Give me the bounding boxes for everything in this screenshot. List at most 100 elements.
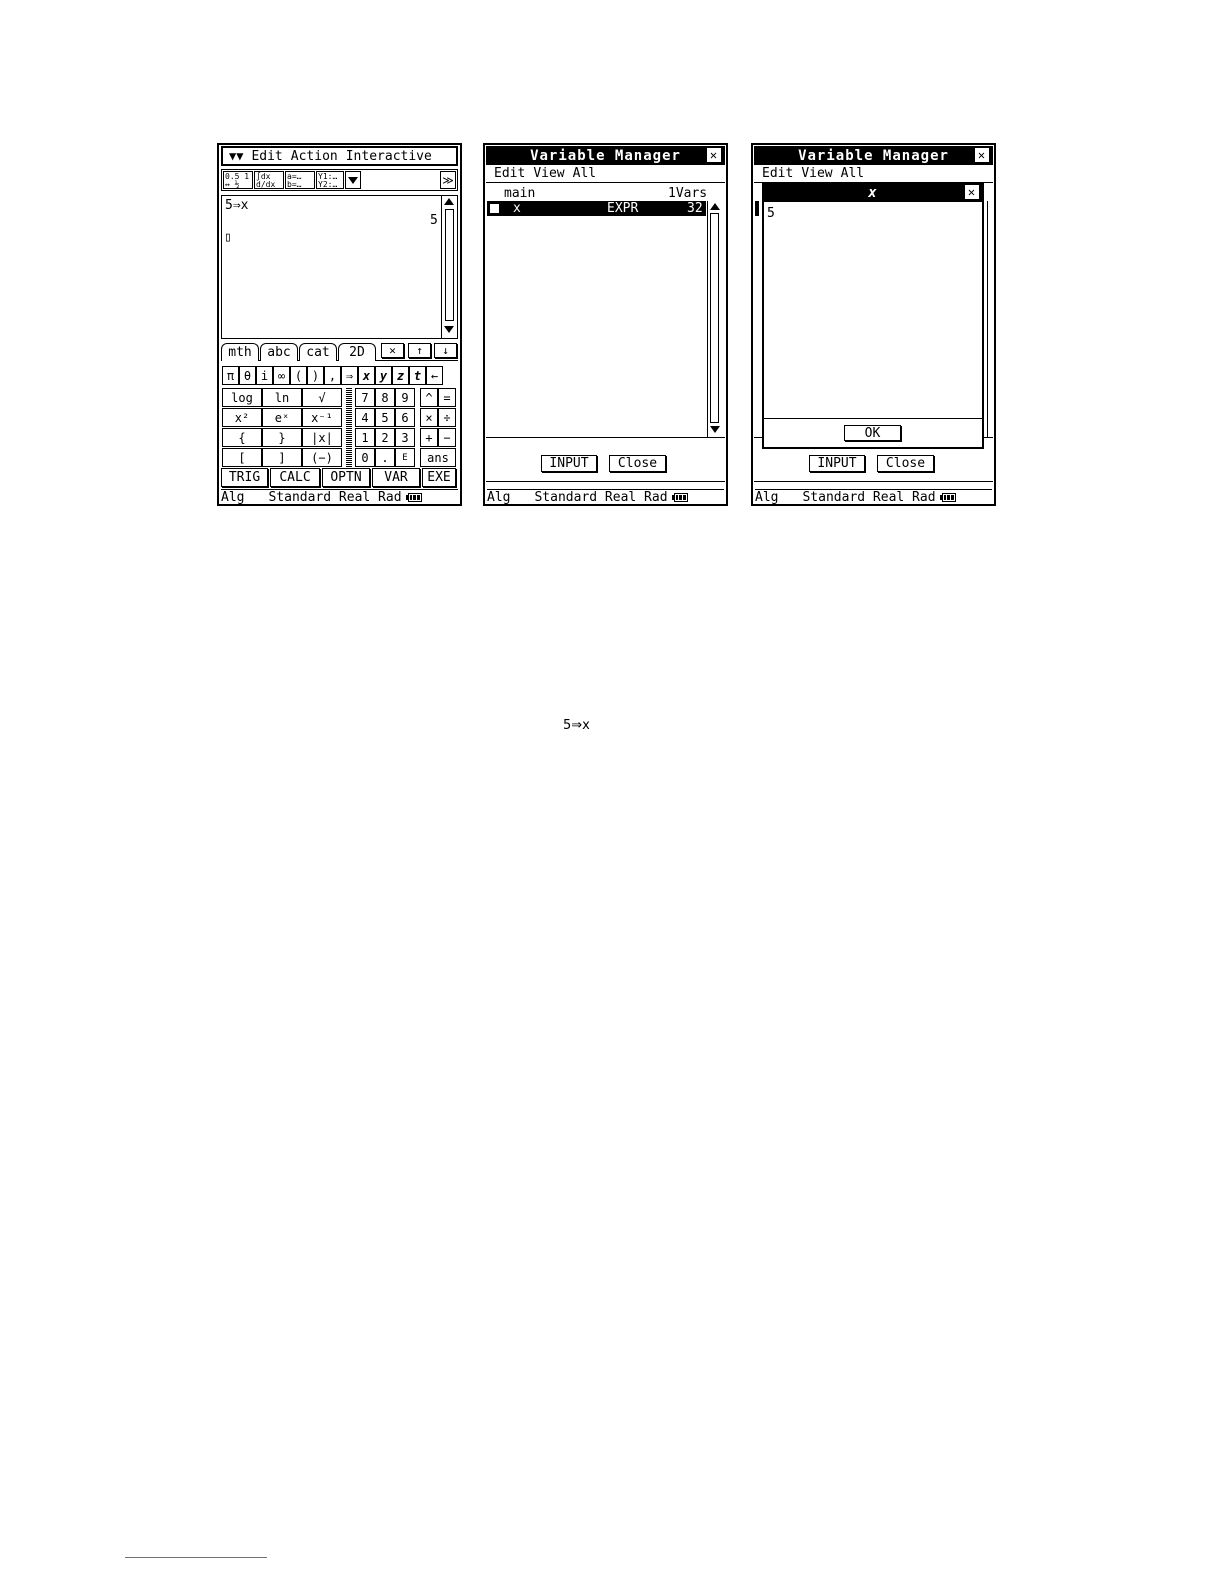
key-ans[interactable]: ans [420,448,456,467]
scroll-down-icon[interactable] [710,426,720,433]
simultaneous-eq-icon[interactable]: a=… b=… [285,171,315,189]
key-abs[interactable]: |x| [302,428,342,447]
key-reciprocal[interactable]: x⁻¹ [302,408,342,427]
ok-button[interactable]: OK [844,425,901,441]
key-brace-close[interactable]: } [262,428,302,447]
toolbar-more-icon[interactable]: ≫ [440,171,456,189]
input-button[interactable]: INPUT [809,455,865,472]
key-4[interactable]: 4 [355,408,375,427]
input-button[interactable]: INPUT [541,455,597,472]
double-chevron-down-icon[interactable]: ▼▼ [229,149,243,163]
key-decimal[interactable]: . [375,448,395,467]
key-brace-open[interactable]: { [222,428,262,447]
down-arrow-icon[interactable]: ↓ [434,343,457,358]
key-bracket-close[interactable]: ] [262,448,302,467]
key-infinity[interactable]: ∞ [273,366,290,385]
key-1[interactable]: 1 [355,428,375,447]
key-ee[interactable]: E [395,448,415,467]
var-button[interactable]: VAR [372,468,420,487]
input-cursor[interactable]: ▯ [224,230,232,245]
menu-edit[interactable]: Edit [251,149,282,164]
key-pi[interactable]: π [222,366,239,385]
dialog-close-icon[interactable]: ✕ [965,185,979,199]
key-5[interactable]: 5 [375,408,395,427]
close-button[interactable]: Close [609,455,666,472]
key-t[interactable]: t [409,366,426,385]
clear-icon[interactable]: ✕ [381,343,404,358]
key-plus[interactable]: + [420,428,438,447]
key-store[interactable]: ⇒ [341,366,358,385]
key-z[interactable]: z [392,366,409,385]
exe-button[interactable]: EXE [422,468,456,487]
key-7[interactable]: 7 [355,388,375,407]
scroll-up-icon[interactable] [444,198,454,205]
work-scrollbar[interactable] [441,196,457,338]
key-paren-close[interactable]: ) [307,366,324,385]
selection-checkbox[interactable] [490,204,499,213]
close-button[interactable]: Close [877,455,934,472]
key-9[interactable]: 9 [395,388,415,407]
key-square[interactable]: x² [222,408,262,427]
menu-interactive[interactable]: Interactive [346,149,432,164]
scroll-thumb[interactable] [445,209,454,321]
toolbar-dropdown-icon[interactable] [345,171,361,189]
table-row[interactable]: x EXPR 32 [487,201,706,216]
key-2[interactable]: 2 [375,428,395,447]
key-equals[interactable]: = [438,388,456,407]
key-exp[interactable]: eˣ [262,408,302,427]
scroll-thumb[interactable] [710,213,719,423]
keypad-separator [346,388,352,467]
menu-view[interactable]: View [533,166,564,181]
scroll-down-icon[interactable] [444,326,454,333]
key-ln[interactable]: ln [262,388,302,407]
battery-icon [671,492,688,502]
status-mode: Alg [487,489,511,505]
key-negative[interactable]: (−) [302,448,342,467]
optn-button[interactable]: OPTN [322,468,370,487]
key-i[interactable]: i [256,366,273,385]
key-0[interactable]: 0 [355,448,375,467]
tab-2d[interactable]: 2D [338,343,376,361]
battery-icon [405,492,422,502]
up-arrow-icon[interactable]: ↑ [408,343,431,358]
key-8[interactable]: 8 [375,388,395,407]
key-comma[interactable]: , [324,366,341,385]
menu-all[interactable]: All [573,166,596,181]
tab-abc[interactable]: abc [260,343,298,361]
key-bracket-open[interactable]: [ [222,448,262,467]
function-icon[interactable]: Y1:… Y2:… [316,171,344,189]
menu-edit[interactable]: Edit [762,166,793,181]
key-power[interactable]: ^ [420,388,438,407]
key-x[interactable]: x [358,366,375,385]
key-sqrt[interactable]: √ [302,388,342,407]
key-6[interactable]: 6 [395,408,415,427]
menu-edit[interactable]: Edit [494,166,525,181]
dialog-title: x [868,185,878,201]
backspace-icon[interactable]: ← [426,366,443,385]
menu-view[interactable]: View [801,166,832,181]
key-multiply[interactable]: × [420,408,438,427]
integral-icon[interactable]: ∫dx d/dx [254,171,284,189]
key-theta[interactable]: θ [239,366,256,385]
menu-all[interactable]: All [841,166,864,181]
key-minus[interactable]: − [438,428,456,447]
key-divide[interactable]: ÷ [438,408,456,427]
status-mode: Alg [755,489,779,505]
key-3[interactable]: 3 [395,428,415,447]
variable-name: x [513,201,521,216]
calc-button[interactable]: CALC [270,468,320,487]
close-icon[interactable]: ✕ [975,148,989,162]
scroll-up-icon[interactable] [710,203,720,210]
list-scrollbar[interactable] [707,201,722,438]
menu-action[interactable]: Action [291,149,338,164]
footnote-rule [125,1557,267,1558]
trig-button[interactable]: TRIG [221,468,268,487]
key-y[interactable]: y [375,366,392,385]
key-log[interactable]: log [222,388,262,407]
tab-cat[interactable]: cat [299,343,337,361]
work-area[interactable]: 5⇒x 5 ▯ [221,195,458,339]
key-paren-open[interactable]: ( [290,366,307,385]
decimal-toggle-icon[interactable]: 0.5 1 ↔ ½ [223,171,253,189]
close-icon[interactable]: ✕ [707,148,721,162]
tab-mth[interactable]: mth [221,343,259,361]
